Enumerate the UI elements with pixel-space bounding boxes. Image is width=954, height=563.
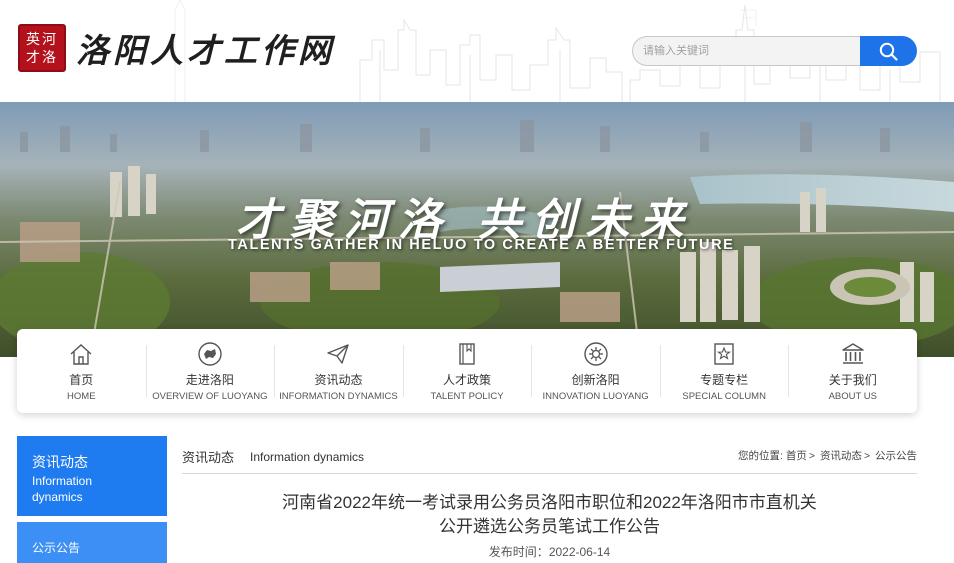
date-value: 2022-06-14 [548, 545, 611, 559]
nav-item-about[interactable]: 关于我们 ABOUT US [788, 329, 917, 413]
nav-label-en: INNOVATION LUOYANG [542, 391, 649, 402]
breadcrumb-separator: > [808, 450, 816, 462]
nav-label-en: OVERVIEW OF LUOYANG [152, 391, 268, 402]
sidebar-heading-cn: 资讯动态 [32, 454, 88, 470]
nav-label-en: ABOUT US [828, 391, 877, 402]
nav-label-en: SPECIAL COLUMN [682, 391, 766, 402]
breadcrumb-separator: > [863, 450, 871, 462]
nav-label-cn: 资讯动态 [314, 373, 363, 387]
date-label: 发布时间： [488, 545, 549, 559]
main-nav: 首页 HOME 走进洛阳 OVERVIEW OF LUOYANG 资讯动态 IN… [17, 329, 917, 413]
nav-item-information[interactable]: 资讯动态 INFORMATION DYNAMICS [274, 329, 403, 413]
site-header: 英河才洛 洛阳人才工作网 [0, 0, 954, 102]
paper-plane-icon [274, 341, 403, 367]
sidebar-heading: 资讯动态 Information dynamics [17, 436, 167, 516]
gear-icon [531, 341, 660, 367]
nav-label-cn: 专题专栏 [700, 373, 749, 387]
nav-label-cn: 关于我们 [828, 373, 877, 387]
section-header: 资讯动态 Information dynamics 您的位置: 首页 > 资讯动态… [182, 440, 917, 474]
article-title: 河南省2022年统一考试录用公务员洛阳市职位和2022年洛阳市市直机关 公开遴选… [182, 491, 917, 539]
logo-seal[interactable]: 英河才洛 [18, 24, 66, 72]
article-title-line: 公开遴选公务员笔试工作公告 [439, 517, 660, 536]
breadcrumb-link-announcements[interactable]: 公示公告 [875, 450, 917, 462]
section-title-en: Information dynamics [250, 450, 365, 464]
nav-label-cn: 人才政策 [443, 373, 492, 387]
search-icon [879, 42, 898, 61]
map-icon [146, 341, 275, 367]
section-title-cn: 资讯动态 [182, 450, 235, 465]
nav-label-en: HOME [67, 391, 96, 402]
sidebar-item-announcements[interactable]: 公示公告 [17, 522, 167, 563]
page: 英河才洛 洛阳人才工作网 请输入关键词 才聚河洛 共创未来 TALENTS GA… [0, 0, 954, 563]
site-title[interactable]: 洛阳人才工作网 [76, 24, 335, 72]
breadcrumb-link-home[interactable]: 首页 [786, 450, 807, 462]
nav-item-policy[interactable]: 人才政策 TALENT POLICY [402, 329, 532, 413]
search-button[interactable] [860, 36, 917, 66]
nav-label-cn: 走进洛阳 [185, 373, 234, 387]
book-icon [403, 341, 532, 367]
nav-item-special[interactable]: 专题专栏 SPECIAL COLUMN [659, 329, 789, 413]
nav-item-home[interactable]: 首页 HOME [17, 329, 146, 413]
hero-banner: 才聚河洛 共创未来 TALENTS GATHER IN HELUO TO CRE… [0, 102, 954, 357]
breadcrumb: 您的位置: 首页 > 资讯动态 > 公示公告 [738, 448, 917, 463]
star-bookmark-icon [660, 341, 789, 367]
home-icon [17, 341, 146, 367]
banner-slogan-en: TALENTS GATHER IN HELUO TO CREATE A BETT… [228, 237, 735, 253]
article-date: 发布时间：2022-06-14 [182, 543, 917, 560]
sidebar-heading-en: Information dynamics [32, 474, 93, 504]
search-input[interactable] [632, 36, 864, 66]
article-title-line: 河南省2022年统一考试录用公务员洛阳市职位和2022年洛阳市市直机关 [282, 493, 817, 512]
nav-label-cn: 创新洛阳 [571, 373, 620, 387]
nav-item-innovation[interactable]: 创新洛阳 INNOVATION LUOYANG [531, 329, 660, 413]
breadcrumb-prefix: 您的位置: [738, 450, 783, 462]
search-box [632, 36, 917, 66]
nav-item-overview[interactable]: 走进洛阳 OVERVIEW OF LUOYANG [145, 329, 275, 413]
nav-label-en: INFORMATION DYNAMICS [279, 391, 398, 402]
breadcrumb-link-information[interactable]: 资讯动态 [820, 450, 862, 462]
nav-label-en: TALENT POLICY [430, 391, 504, 402]
nav-label-cn: 首页 [69, 373, 94, 387]
building-icon [788, 341, 917, 367]
